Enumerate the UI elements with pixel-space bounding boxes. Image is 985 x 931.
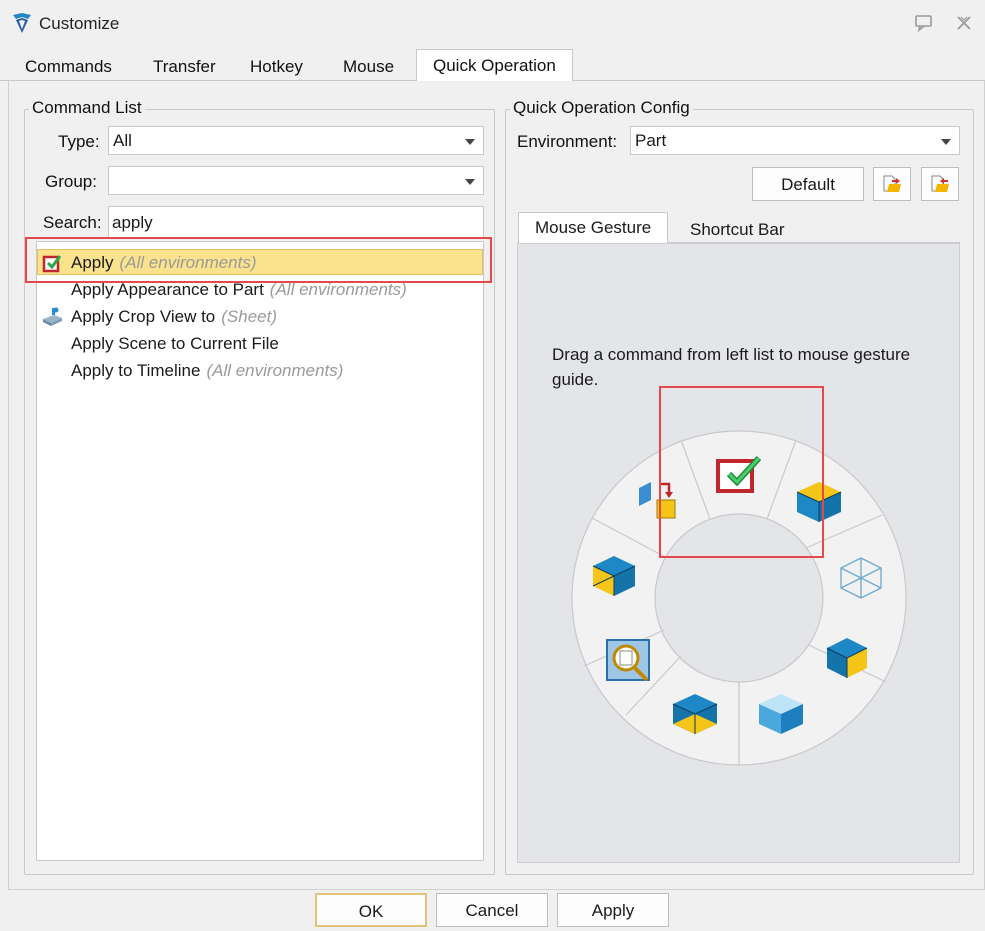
tab-mouse[interactable]: Mouse xyxy=(339,52,398,80)
subtab-shortcut-bar[interactable]: Shortcut Bar xyxy=(690,215,785,245)
item-name: Apply to Timeline xyxy=(71,361,201,380)
environment-label: Environment: xyxy=(517,132,618,151)
item-name: Apply Appearance to Part xyxy=(71,280,264,299)
import-folder-icon xyxy=(883,175,901,192)
tab-hotkey[interactable]: Hotkey xyxy=(246,52,307,80)
item-name: Apply Scene to Current File xyxy=(71,334,279,353)
config-title: Quick Operation Config xyxy=(510,98,693,118)
command-list-title: Command List xyxy=(29,98,145,118)
highlight-box xyxy=(659,386,824,558)
crop-view-icon xyxy=(43,307,62,326)
item-env: (All environments) xyxy=(269,280,407,299)
group-select[interactable] xyxy=(108,166,484,195)
environment-select[interactable]: Part xyxy=(630,126,960,155)
ok-button[interactable]: OK xyxy=(315,893,427,927)
gesture-hint: Drag a command from left list to mouse g… xyxy=(552,345,911,389)
subtab-mouse-gesture[interactable]: Mouse Gesture xyxy=(518,212,669,243)
item-env: (All environments) xyxy=(206,361,344,380)
chevron-down-icon xyxy=(465,179,475,185)
environment-value: Part xyxy=(635,131,667,150)
tab-transfer[interactable]: Transfer xyxy=(149,52,220,80)
list-item-apply-appearance[interactable]: Apply Appearance to Part (All environment… xyxy=(71,277,407,303)
group-label: Group: xyxy=(45,172,97,191)
type-value: All xyxy=(113,131,132,150)
item-env: (Sheet) xyxy=(221,307,278,326)
default-button[interactable]: Default xyxy=(752,167,864,201)
tab-commands[interactable]: Commands xyxy=(21,52,116,80)
search-label: Search: xyxy=(43,213,102,232)
import-button[interactable] xyxy=(873,167,911,201)
app-logo-icon xyxy=(13,13,31,33)
item-name: Apply Crop View to xyxy=(71,307,216,326)
cancel-button[interactable]: Cancel xyxy=(436,893,548,927)
apply-button[interactable]: Apply xyxy=(557,893,669,927)
chevron-down-icon xyxy=(465,139,475,145)
list-item-apply-scene[interactable]: Apply Scene to Current File xyxy=(71,331,285,357)
export-folder-icon xyxy=(931,175,949,192)
zoom-document-icon[interactable] xyxy=(606,639,650,682)
close-icon[interactable] xyxy=(953,12,975,34)
type-select[interactable]: All xyxy=(108,126,484,155)
chevron-down-icon xyxy=(941,139,951,145)
help-chat-icon[interactable] xyxy=(913,12,935,34)
search-input[interactable]: apply xyxy=(108,206,484,239)
list-item-apply-timeline[interactable]: Apply to Timeline (All environments) xyxy=(71,358,343,384)
title-bar xyxy=(0,0,985,48)
tab-quick-operation[interactable]: Quick Operation xyxy=(416,49,573,82)
export-button[interactable] xyxy=(921,167,959,201)
list-item-apply-crop-view[interactable]: Apply Crop View to (Sheet) xyxy=(40,304,480,330)
type-label: Type: xyxy=(58,132,100,151)
window-title: Customize xyxy=(39,14,120,33)
